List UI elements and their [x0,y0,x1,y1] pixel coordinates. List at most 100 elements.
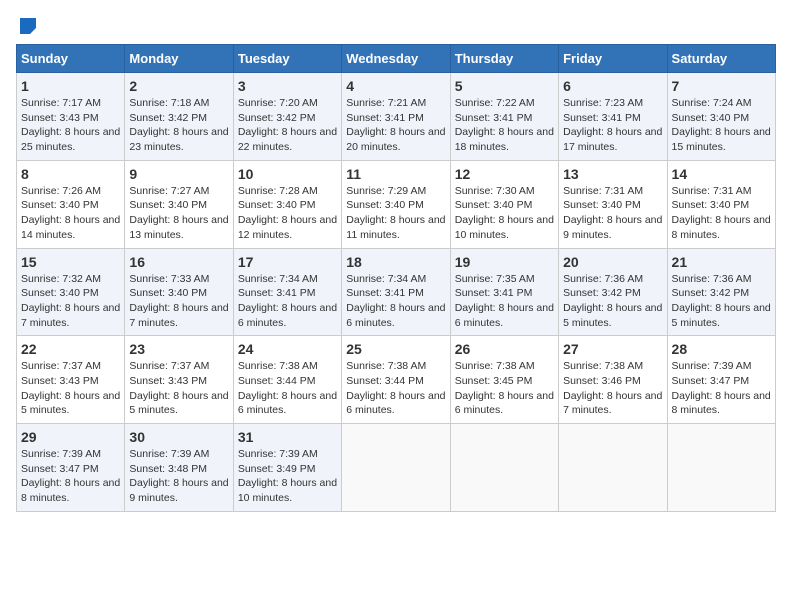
day-info: Sunrise: 7:39 AM Sunset: 3:48 PM Dayligh… [129,447,228,506]
day-info: Sunrise: 7:21 AM Sunset: 3:41 PM Dayligh… [346,96,445,155]
day-cell: 1 Sunrise: 7:17 AM Sunset: 3:43 PM Dayli… [17,73,125,161]
day-info: Sunrise: 7:35 AM Sunset: 3:41 PM Dayligh… [455,272,554,331]
header-friday: Friday [559,45,667,73]
day-number: 8 [21,166,120,182]
day-cell: 30 Sunrise: 7:39 AM Sunset: 3:48 PM Dayl… [125,424,233,512]
day-cell: 21 Sunrise: 7:36 AM Sunset: 3:42 PM Dayl… [667,248,775,336]
day-number: 13 [563,166,662,182]
day-info: Sunrise: 7:37 AM Sunset: 3:43 PM Dayligh… [129,359,228,418]
day-info: Sunrise: 7:18 AM Sunset: 3:42 PM Dayligh… [129,96,228,155]
day-number: 16 [129,254,228,270]
day-info: Sunrise: 7:30 AM Sunset: 3:40 PM Dayligh… [455,184,554,243]
day-number: 14 [672,166,771,182]
day-info: Sunrise: 7:28 AM Sunset: 3:40 PM Dayligh… [238,184,337,243]
day-cell: 5 Sunrise: 7:22 AM Sunset: 3:41 PM Dayli… [450,73,558,161]
day-number: 31 [238,429,337,445]
day-cell: 4 Sunrise: 7:21 AM Sunset: 3:41 PM Dayli… [342,73,450,161]
day-cell: 26 Sunrise: 7:38 AM Sunset: 3:45 PM Dayl… [450,336,558,424]
day-number: 17 [238,254,337,270]
week-row-4: 22 Sunrise: 7:37 AM Sunset: 3:43 PM Dayl… [17,336,776,424]
day-cell: 15 Sunrise: 7:32 AM Sunset: 3:40 PM Dayl… [17,248,125,336]
day-cell: 18 Sunrise: 7:34 AM Sunset: 3:41 PM Dayl… [342,248,450,336]
day-number: 28 [672,341,771,357]
week-row-2: 8 Sunrise: 7:26 AM Sunset: 3:40 PM Dayli… [17,160,776,248]
day-cell: 3 Sunrise: 7:20 AM Sunset: 3:42 PM Dayli… [233,73,341,161]
header-tuesday: Tuesday [233,45,341,73]
day-cell: 8 Sunrise: 7:26 AM Sunset: 3:40 PM Dayli… [17,160,125,248]
header [16,16,776,36]
day-number: 2 [129,78,228,94]
day-cell: 29 Sunrise: 7:39 AM Sunset: 3:47 PM Dayl… [17,424,125,512]
day-number: 9 [129,166,228,182]
day-cell [667,424,775,512]
day-cell: 10 Sunrise: 7:28 AM Sunset: 3:40 PM Dayl… [233,160,341,248]
day-info: Sunrise: 7:34 AM Sunset: 3:41 PM Dayligh… [346,272,445,331]
day-info: Sunrise: 7:23 AM Sunset: 3:41 PM Dayligh… [563,96,662,155]
day-cell: 22 Sunrise: 7:37 AM Sunset: 3:43 PM Dayl… [17,336,125,424]
day-number: 4 [346,78,445,94]
day-cell: 31 Sunrise: 7:39 AM Sunset: 3:49 PM Dayl… [233,424,341,512]
day-number: 21 [672,254,771,270]
week-row-3: 15 Sunrise: 7:32 AM Sunset: 3:40 PM Dayl… [17,248,776,336]
day-number: 11 [346,166,445,182]
day-cell: 9 Sunrise: 7:27 AM Sunset: 3:40 PM Dayli… [125,160,233,248]
header-monday: Monday [125,45,233,73]
day-info: Sunrise: 7:32 AM Sunset: 3:40 PM Dayligh… [21,272,120,331]
day-cell: 2 Sunrise: 7:18 AM Sunset: 3:42 PM Dayli… [125,73,233,161]
day-number: 26 [455,341,554,357]
day-cell: 14 Sunrise: 7:31 AM Sunset: 3:40 PM Dayl… [667,160,775,248]
day-info: Sunrise: 7:31 AM Sunset: 3:40 PM Dayligh… [563,184,662,243]
day-cell: 7 Sunrise: 7:24 AM Sunset: 3:40 PM Dayli… [667,73,775,161]
day-info: Sunrise: 7:39 AM Sunset: 3:47 PM Dayligh… [21,447,120,506]
day-info: Sunrise: 7:24 AM Sunset: 3:40 PM Dayligh… [672,96,771,155]
day-number: 12 [455,166,554,182]
day-info: Sunrise: 7:20 AM Sunset: 3:42 PM Dayligh… [238,96,337,155]
day-number: 5 [455,78,554,94]
day-number: 15 [21,254,120,270]
logo-icon [18,16,38,36]
day-number: 25 [346,341,445,357]
day-cell: 27 Sunrise: 7:38 AM Sunset: 3:46 PM Dayl… [559,336,667,424]
day-info: Sunrise: 7:39 AM Sunset: 3:47 PM Dayligh… [672,359,771,418]
calendar-table: SundayMondayTuesdayWednesdayThursdayFrid… [16,44,776,512]
day-number: 24 [238,341,337,357]
day-cell: 11 Sunrise: 7:29 AM Sunset: 3:40 PM Dayl… [342,160,450,248]
day-number: 27 [563,341,662,357]
day-info: Sunrise: 7:39 AM Sunset: 3:49 PM Dayligh… [238,447,337,506]
day-number: 6 [563,78,662,94]
logo [16,16,38,36]
day-number: 3 [238,78,337,94]
day-number: 20 [563,254,662,270]
header-wednesday: Wednesday [342,45,450,73]
day-cell: 16 Sunrise: 7:33 AM Sunset: 3:40 PM Dayl… [125,248,233,336]
day-cell: 25 Sunrise: 7:38 AM Sunset: 3:44 PM Dayl… [342,336,450,424]
day-cell [559,424,667,512]
day-cell: 28 Sunrise: 7:39 AM Sunset: 3:47 PM Dayl… [667,336,775,424]
day-cell: 23 Sunrise: 7:37 AM Sunset: 3:43 PM Dayl… [125,336,233,424]
header-thursday: Thursday [450,45,558,73]
day-number: 1 [21,78,120,94]
day-number: 7 [672,78,771,94]
day-info: Sunrise: 7:29 AM Sunset: 3:40 PM Dayligh… [346,184,445,243]
day-info: Sunrise: 7:38 AM Sunset: 3:44 PM Dayligh… [238,359,337,418]
day-cell: 24 Sunrise: 7:38 AM Sunset: 3:44 PM Dayl… [233,336,341,424]
day-number: 19 [455,254,554,270]
day-number: 10 [238,166,337,182]
day-number: 22 [21,341,120,357]
day-info: Sunrise: 7:38 AM Sunset: 3:45 PM Dayligh… [455,359,554,418]
day-cell: 19 Sunrise: 7:35 AM Sunset: 3:41 PM Dayl… [450,248,558,336]
day-info: Sunrise: 7:36 AM Sunset: 3:42 PM Dayligh… [672,272,771,331]
day-cell [450,424,558,512]
week-row-1: 1 Sunrise: 7:17 AM Sunset: 3:43 PM Dayli… [17,73,776,161]
calendar-header-row: SundayMondayTuesdayWednesdayThursdayFrid… [17,45,776,73]
day-info: Sunrise: 7:38 AM Sunset: 3:44 PM Dayligh… [346,359,445,418]
header-sunday: Sunday [17,45,125,73]
day-number: 29 [21,429,120,445]
day-cell: 12 Sunrise: 7:30 AM Sunset: 3:40 PM Dayl… [450,160,558,248]
day-number: 18 [346,254,445,270]
day-info: Sunrise: 7:34 AM Sunset: 3:41 PM Dayligh… [238,272,337,331]
day-info: Sunrise: 7:22 AM Sunset: 3:41 PM Dayligh… [455,96,554,155]
header-saturday: Saturday [667,45,775,73]
day-cell: 20 Sunrise: 7:36 AM Sunset: 3:42 PM Dayl… [559,248,667,336]
day-number: 30 [129,429,228,445]
